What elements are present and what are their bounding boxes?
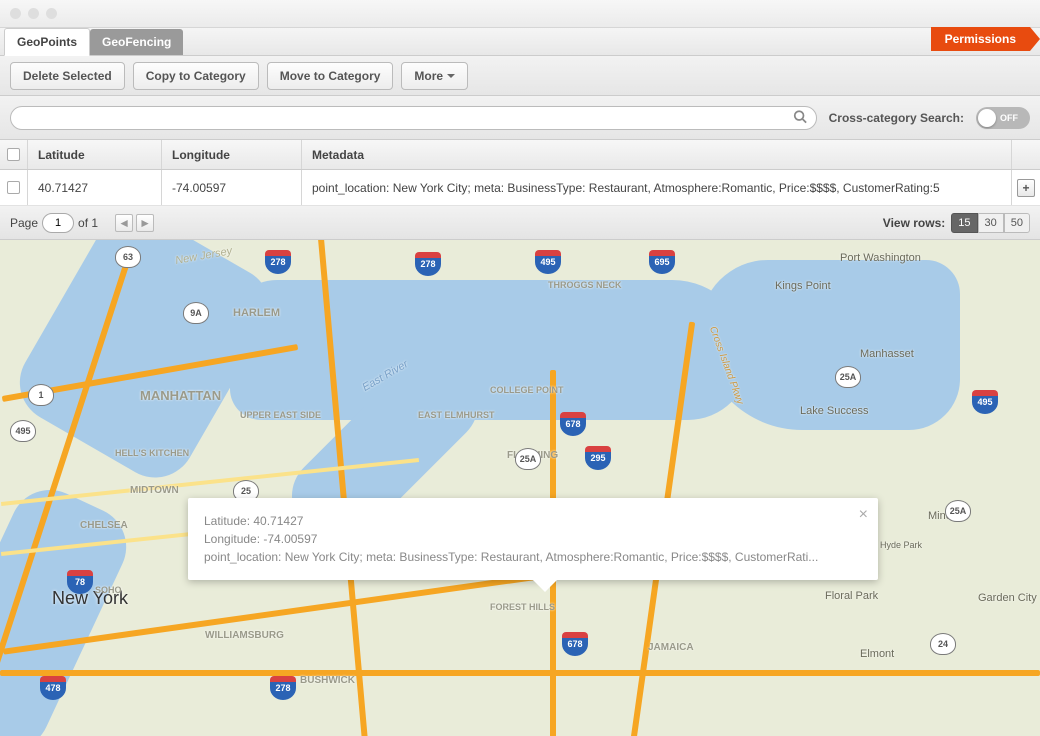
prev-page-button[interactable]: ◄: [115, 214, 133, 232]
label-elmhurst: EAST ELMHURST: [418, 410, 495, 420]
window-titlebar: [0, 0, 1040, 28]
label-kingspoint: Kings Point: [775, 280, 831, 292]
shield-i78: 78: [67, 570, 93, 594]
label-portwashington: Port Washington: [840, 252, 921, 264]
shield-63: 63: [115, 246, 141, 268]
label-throggs: THROGGS NECK: [548, 280, 622, 290]
zoom-window-dot[interactable]: [46, 8, 57, 19]
label-gardencity: Garden City: [978, 592, 1037, 604]
row-checkbox[interactable]: [7, 181, 20, 194]
shield-678a: 678: [560, 412, 586, 436]
toggle-state: OFF: [1000, 113, 1018, 123]
label-lakesuccess: Lake Success: [800, 405, 868, 417]
page-label: Page: [10, 216, 38, 230]
minimize-window-dot[interactable]: [28, 8, 39, 19]
shield-495w: 495: [10, 420, 36, 442]
more-label: More: [414, 69, 443, 83]
shield-25a-2: 25A: [835, 366, 861, 388]
toolbar: Delete Selected Copy to Category Move to…: [0, 56, 1040, 96]
tab-geopoints[interactable]: GeoPoints: [4, 28, 90, 56]
rows-options: 15 30 50: [951, 213, 1030, 233]
shield-295: 295: [585, 446, 611, 470]
label-williamsburg: WILLIAMSBURG: [205, 630, 284, 641]
chevron-down-icon: [447, 74, 455, 78]
label-floralpark: Floral Park: [825, 590, 878, 602]
label-manhattan: MANHATTAN: [140, 388, 221, 403]
header-latitude[interactable]: Latitude: [28, 140, 162, 169]
permissions-label: Permissions: [931, 27, 1030, 51]
shield-1: 1: [28, 384, 54, 406]
select-all-cell: [0, 140, 28, 169]
cross-category-label: Cross-category Search:: [829, 111, 964, 125]
page-of-label: of 1: [78, 216, 98, 230]
header-metadata[interactable]: Metadata: [302, 140, 1012, 169]
shield-478: 478: [40, 676, 66, 700]
search-bar: Cross-category Search: OFF: [0, 96, 1040, 140]
rows-50[interactable]: 50: [1004, 213, 1030, 233]
cell-longitude: -74.00597: [162, 170, 302, 205]
shield-278a: 278: [265, 250, 291, 274]
popup-meta: point_location: New York City; meta: Bus…: [204, 548, 862, 566]
label-hells: HELL'S KITCHEN: [115, 448, 189, 458]
more-button[interactable]: More: [401, 62, 468, 90]
header-bar: GeoPoints GeoFencing Permissions: [0, 28, 1040, 56]
tabs: GeoPoints GeoFencing: [0, 28, 183, 55]
table-row[interactable]: 40.71427 -74.00597 point_location: New Y…: [0, 170, 1040, 206]
shield-495e: 495: [972, 390, 998, 414]
select-all-checkbox[interactable]: [7, 148, 20, 161]
popup-lon: Longitude: -74.00597: [204, 530, 862, 548]
popup-tail-icon: [533, 580, 557, 592]
cell-latitude: 40.71427: [28, 170, 162, 205]
close-window-dot[interactable]: [10, 8, 21, 19]
table-header: Latitude Longitude Metadata: [0, 140, 1040, 170]
label-elmont: Elmont: [860, 648, 894, 660]
shield-24: 24: [930, 633, 956, 655]
cell-metadata: point_location: New York City; meta: Bus…: [302, 170, 1012, 205]
search-icon[interactable]: [793, 109, 807, 126]
add-row-button[interactable]: +: [1017, 179, 1035, 197]
label-foresthills: FOREST HILLS: [490, 602, 555, 612]
shield-25a-3: 25A: [945, 500, 971, 522]
delete-selected-button[interactable]: Delete Selected: [10, 62, 125, 90]
label-soho: SOHO: [95, 585, 122, 595]
search-wrap: [10, 106, 817, 130]
next-page-button[interactable]: ►: [136, 214, 154, 232]
shield-678b: 678: [562, 632, 588, 656]
shield-i495: 495: [535, 250, 561, 274]
map-popup: × Latitude: 40.71427 Longitude: -74.0059…: [188, 498, 878, 580]
rows-15[interactable]: 15: [951, 213, 977, 233]
label-bushwick: BUSHWICK: [300, 675, 355, 686]
shield-25a: 25A: [515, 448, 541, 470]
label-ues: UPPER EAST SIDE: [240, 410, 321, 420]
toggle-knob: [978, 109, 996, 127]
label-harlem: HARLEM: [233, 307, 280, 319]
map-view[interactable]: New York HARLEM MANHATTAN UPPER EAST SID…: [0, 240, 1040, 736]
label-chelsea: CHELSEA: [80, 520, 128, 531]
copy-to-category-button[interactable]: Copy to Category: [133, 62, 259, 90]
move-to-category-button[interactable]: Move to Category: [267, 62, 394, 90]
permissions-button[interactable]: Permissions: [931, 27, 1040, 51]
page-input[interactable]: [42, 213, 74, 233]
pager: Page of 1 ◄ ► View rows: 15 30 50: [0, 206, 1040, 240]
label-collegepoint: COLLEGE POINT: [490, 385, 564, 395]
popup-close-button[interactable]: ×: [859, 506, 868, 524]
shield-9a: 9A: [183, 302, 209, 324]
popup-lat: Latitude: 40.71427: [204, 512, 862, 530]
rows-30[interactable]: 30: [978, 213, 1004, 233]
label-jamaica: JAMAICA: [648, 642, 694, 653]
label-midtown: MIDTOWN: [130, 485, 179, 496]
shield-278b: 278: [270, 676, 296, 700]
label-manhasset: Manhasset: [860, 348, 914, 360]
search-input[interactable]: [10, 106, 817, 130]
tab-geofencing[interactable]: GeoFencing: [90, 29, 183, 55]
view-rows-label: View rows:: [883, 216, 945, 230]
shield-i278: 278: [415, 252, 441, 276]
permissions-arrow-icon: [1030, 27, 1040, 51]
label-hydepark: Hyde Park: [880, 540, 922, 550]
cross-category-toggle[interactable]: OFF: [976, 107, 1030, 129]
header-longitude[interactable]: Longitude: [162, 140, 302, 169]
shield-695: 695: [649, 250, 675, 274]
